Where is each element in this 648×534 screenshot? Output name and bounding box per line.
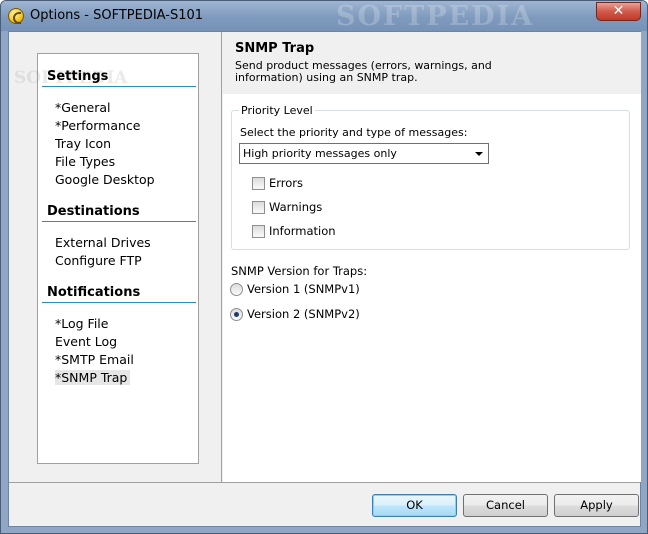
version-1-radio[interactable] — [230, 283, 243, 296]
group-legend: Priority Level — [239, 104, 315, 117]
priority-label: Select the priority and type of messages… — [240, 126, 468, 139]
cancel-button[interactable]: Cancel — [463, 494, 548, 517]
options-window: Options - SOFTPEDIA-S101 SOFTPEDIA ✕ SOF… — [0, 0, 648, 534]
warnings-label: Warnings — [269, 200, 323, 214]
nav-item-event-log[interactable]: Event Log — [55, 334, 120, 349]
page-title: SNMP Trap — [235, 41, 315, 56]
warnings-checkbox[interactable] — [252, 201, 265, 214]
nav-item-file-types[interactable]: File Types — [55, 154, 118, 169]
nav-item-external-drives[interactable]: External Drives — [55, 235, 154, 250]
content-header: SNMP Trap Send product messages (errors,… — [223, 32, 641, 94]
nav-item-tray-icon[interactable]: Tray Icon — [55, 136, 114, 151]
client-area: SOFTPEDIA Settings *General *Performance… — [8, 31, 641, 527]
nav-item-configure-ftp[interactable]: Configure FTP — [55, 253, 145, 268]
nav-divider — [42, 221, 196, 222]
nav-item-general[interactable]: *General — [55, 100, 114, 115]
nav-item-performance[interactable]: *Performance — [55, 118, 143, 133]
nav-section-notifications: Notifications — [47, 285, 141, 300]
nav-item-log-file[interactable]: *Log File — [55, 316, 111, 331]
errors-checkbox[interactable] — [252, 177, 265, 190]
apply-button[interactable]: Apply — [554, 494, 639, 517]
version-2-label: Version 2 (SNMPv2) — [247, 307, 360, 321]
sidebar: SOFTPEDIA Settings *General *Performance… — [9, 32, 222, 482]
version-1-label: Version 1 (SNMPv1) — [247, 282, 360, 296]
title-watermark: SOFTPEDIA — [336, 1, 535, 32]
chevron-down-icon — [475, 152, 483, 156]
page-description: Send product messages (errors, warnings,… — [235, 59, 492, 84]
close-icon: ✕ — [612, 3, 625, 19]
snmp-version-label: SNMP Version for Traps: — [231, 264, 368, 278]
dialog-footer: OK Cancel Apply — [9, 482, 640, 526]
nav-item-google-desktop[interactable]: Google Desktop — [55, 172, 158, 187]
nav-section-settings: Settings — [47, 69, 109, 84]
information-label: Information — [269, 224, 336, 238]
priority-select[interactable]: High priority messages only — [239, 143, 489, 164]
priority-level-group: Priority Level Select the priority and t… — [231, 104, 630, 250]
nav-list: SOFTPEDIA Settings *General *Performance… — [14, 53, 199, 464]
window-title: Options - SOFTPEDIA-S101 — [30, 8, 204, 23]
title-bar[interactable]: Options - SOFTPEDIA-S101 SOFTPEDIA ✕ — [1, 1, 647, 32]
close-button[interactable]: ✕ — [596, 2, 641, 21]
priority-select-value: High priority messages only — [243, 147, 397, 160]
nav-section-destinations: Destinations — [47, 204, 140, 219]
nav-item-snmp-trap[interactable]: *SNMP Trap — [55, 370, 131, 385]
content-panel: SNMP Trap Send product messages (errors,… — [223, 32, 641, 482]
app-icon — [8, 8, 24, 24]
nav-item-smtp-email[interactable]: *SMTP Email — [55, 352, 137, 367]
errors-label: Errors — [269, 176, 304, 190]
version-2-radio[interactable] — [230, 308, 243, 321]
nav-divider — [42, 86, 196, 87]
information-checkbox[interactable] — [252, 225, 265, 238]
ok-button[interactable]: OK — [372, 494, 457, 517]
nav-divider — [42, 302, 196, 303]
